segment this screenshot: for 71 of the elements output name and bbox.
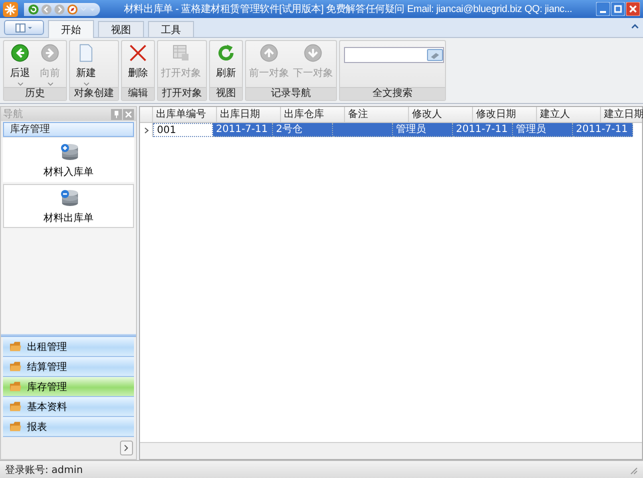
column-header[interactable]: 建立人 — [537, 107, 601, 122]
horizontal-scrollbar[interactable] — [140, 442, 642, 459]
ribbon-button[interactable]: 新建 — [71, 42, 101, 87]
navigation-group-button[interactable]: 出租管理 — [3, 337, 134, 357]
table-cell: 管理员 — [513, 123, 573, 137]
group-label: 全文搜索 — [340, 87, 445, 100]
column-header[interactable]: 出库单编号 — [153, 107, 217, 122]
ribbon-button[interactable]: 删除 — [123, 42, 153, 87]
table-cell: 2011-7-11 — [213, 123, 273, 137]
navigation-item[interactable]: 材料入库单 — [3, 138, 134, 182]
pin-icon[interactable] — [111, 108, 122, 120]
panel-title: 导航 — [3, 108, 24, 121]
ribbon-button[interactable]: 刷新 — [211, 42, 241, 87]
close-button[interactable] — [626, 2, 640, 16]
chevron-button[interactable] — [120, 440, 133, 456]
caret-icon — [82, 82, 90, 86]
folder-icon — [9, 381, 22, 392]
maximize-button[interactable] — [611, 2, 625, 16]
search-field[interactable] — [344, 47, 444, 63]
table-cell: 2号仓 — [273, 123, 333, 137]
close-icon[interactable] — [123, 108, 134, 120]
group-label: 记录导航 — [246, 87, 336, 100]
minimize-button[interactable] — [596, 2, 610, 16]
column-header[interactable]: 出库日期 — [217, 107, 281, 122]
column-header[interactable]: 修改日期 — [473, 107, 537, 122]
group-header: 库存管理 — [3, 122, 134, 137]
collapse-ribbon-icon[interactable] — [631, 23, 639, 29]
table-cell: 管理员 — [393, 123, 453, 137]
panel-icon — [15, 22, 33, 32]
column-header[interactable]: 出库仓库 — [281, 107, 345, 122]
folder-icon — [9, 421, 22, 432]
refresh-icon — [216, 43, 236, 63]
window-title: 材料出库单 - 蓝格建材租赁管理软件[试用版本] 免费解答任何疑问 Email: jiancai@bluegrid.biz QQ: jianc... — [122, 2, 574, 16]
table-cell: 2011-7-11 — [453, 123, 513, 137]
folder-icon — [9, 401, 22, 412]
folder-icon — [9, 341, 22, 352]
navigation-item[interactable]: 材料出库单 — [3, 184, 134, 228]
search-icon[interactable] — [427, 49, 443, 61]
resize-grip-icon[interactable] — [628, 464, 638, 474]
ribbon-tab[interactable]: 视图 — [98, 21, 144, 37]
group-label: 视图 — [210, 87, 242, 100]
navigation-group-button[interactable]: 报表 — [3, 417, 134, 437]
compass-icon[interactable] — [67, 4, 78, 14]
navigation-group-button[interactable]: 库存管理 — [3, 377, 134, 397]
folder-icon — [9, 361, 22, 372]
table-cell: 001 — [153, 123, 213, 137]
group-label: 编辑 — [122, 87, 154, 100]
column-header[interactable]: 修改人 — [409, 107, 473, 122]
column-header[interactable]: 建立日期 — [601, 107, 643, 122]
column-header[interactable]: 备注 — [345, 107, 409, 122]
ribbon-tab[interactable]: 工具 — [148, 21, 194, 37]
back-icon[interactable] — [41, 4, 52, 14]
status-text: 登录账号: admin — [5, 464, 83, 476]
ribbon-tab[interactable]: 开始 — [48, 20, 94, 38]
group-label: 对象创建 — [70, 87, 118, 100]
caret-icon — [16, 82, 24, 86]
group-label: 打开对象 — [158, 87, 206, 100]
database-icon — [58, 142, 78, 162]
application-menu-button[interactable] — [4, 20, 44, 35]
caret-icon — [46, 82, 54, 86]
table-cell: 2011-7-11 — [573, 123, 633, 137]
navigation-group-button[interactable]: 基本资料 — [3, 397, 134, 417]
group-label: 历史 — [4, 87, 66, 100]
refresh-icon[interactable] — [28, 4, 39, 14]
navigation-group-button[interactable]: 结算管理 — [3, 357, 134, 377]
table-icon — [171, 43, 191, 63]
row-indicator-icon — [144, 126, 148, 134]
database-icon — [58, 188, 78, 208]
ribbon-button[interactable]: 后退 — [5, 42, 35, 87]
delete-icon — [128, 43, 148, 63]
app-logo-icon — [3, 2, 18, 16]
